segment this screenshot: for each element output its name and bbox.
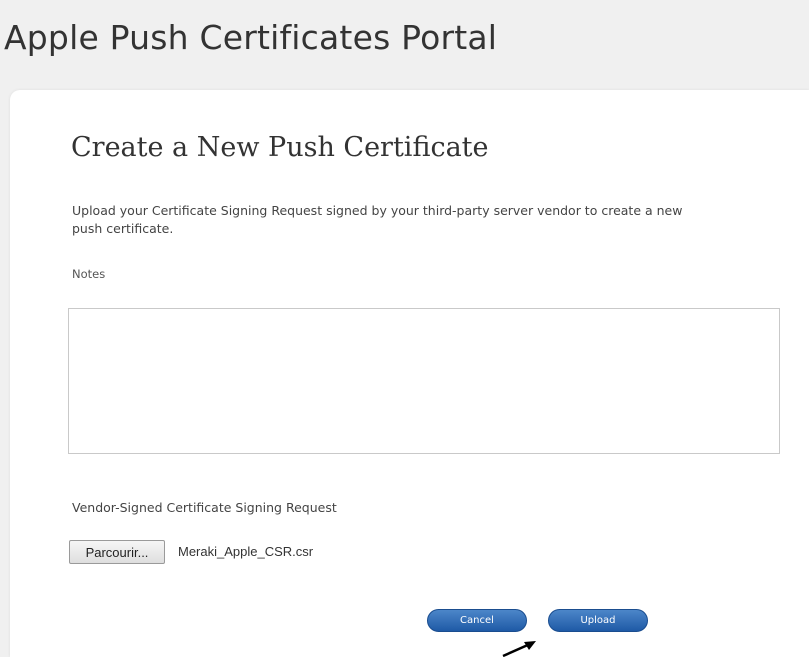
page-title: Create a New Push Certificate xyxy=(71,132,489,163)
notes-label: Notes xyxy=(72,267,106,281)
notes-textarea[interactable] xyxy=(68,308,780,454)
arrow-cursor-icon xyxy=(502,641,536,657)
cancel-button[interactable]: Cancel xyxy=(427,609,527,632)
vendor-csr-label: Vendor-Signed Certificate Signing Reques… xyxy=(72,500,337,515)
portal-title: Apple Push Certificates Portal xyxy=(4,18,498,57)
upload-button[interactable]: Upload xyxy=(548,609,648,632)
instructions-text: Upload your Certificate Signing Request … xyxy=(72,203,683,236)
create-certificate-card: Create a New Push Certificate Upload you… xyxy=(10,90,809,657)
page-header: Apple Push Certificates Portal xyxy=(0,0,809,88)
selected-file-name: Meraki_Apple_CSR.csr xyxy=(178,544,314,559)
browse-file-button[interactable]: Parcourir... xyxy=(69,540,165,564)
